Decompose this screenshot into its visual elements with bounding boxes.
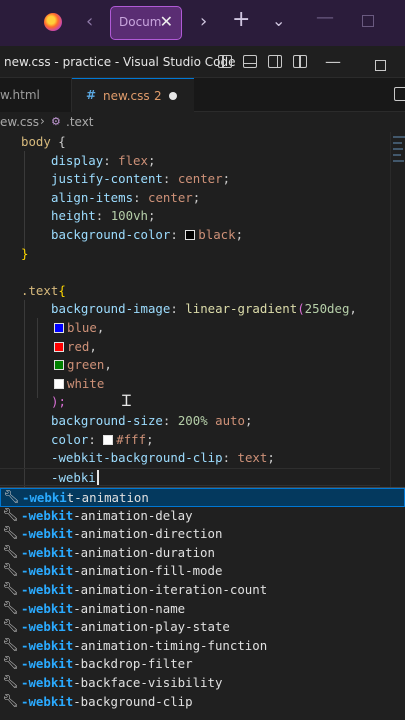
breadcrumb: ew.css › ⚙ .text: [0, 112, 405, 132]
browser-tab[interactable]: Docum ✕: [110, 6, 182, 40]
back-icon[interactable]: ‹: [86, 11, 93, 32]
property-icon: 🔧︎: [2, 582, 19, 597]
tab-label: new.css: [103, 89, 150, 103]
code-line: blue,: [54, 319, 104, 338]
suggestion-item[interactable]: 🔧︎ -webkit-background-clip: [0, 693, 405, 712]
code-line: background-size: 200% auto;: [51, 413, 253, 428]
suggestion-item[interactable]: 🔧︎ -webkit-animation-fill-mode: [0, 562, 405, 581]
toggle-secondary-sidebar-icon[interactable]: [268, 55, 282, 68]
code-line: background-color: black;: [51, 227, 244, 242]
color-swatch[interactable]: [54, 360, 64, 371]
new-tab-icon[interactable]: +: [232, 7, 250, 32]
code-line: white: [54, 375, 104, 394]
tab-css-file[interactable]: # new.css 2: [72, 78, 194, 112]
suggestion-item[interactable]: 🔧︎ -webkit-animation-direction: [0, 525, 405, 544]
property-icon: 🔧︎: [2, 544, 19, 560]
tab-html-file[interactable]: w.html: [0, 78, 72, 112]
typed-text: -webki: [51, 469, 96, 485]
suggestion-item[interactable]: 🔧︎ -webkit-animation-play-state: [0, 618, 405, 637]
css-file-icon: #: [86, 88, 97, 102]
window-title: new.css - practice - Visual Studio Code: [4, 55, 236, 69]
minimize-icon[interactable]: —: [325, 52, 341, 71]
property-icon: 🔧︎: [3, 490, 20, 505]
problem-count-badge: 2: [154, 89, 162, 103]
browser-minimize-icon[interactable]: —: [316, 7, 334, 28]
minimap-line: [393, 142, 402, 144]
code-editor[interactable]: body { display: flex; justify-content: c…: [0, 132, 405, 487]
code-line: }: [21, 245, 29, 261]
code-line: -webkit-background-clip: text;: [51, 450, 275, 466]
property-icon: 🔧︎: [2, 656, 19, 672]
code-line: height: 100vh;: [51, 208, 156, 224]
text-caret: [97, 470, 99, 485]
code-line: color: #fff;: [51, 431, 154, 447]
code-line: background-image: linear-gradient(250deg…: [51, 301, 357, 317]
property-icon: 🔧︎: [2, 600, 19, 616]
color-swatch[interactable]: [185, 230, 196, 240]
suggestion-item[interactable]: 🔧︎ -webkit-backface-visibility: [0, 674, 405, 693]
suggestion-item[interactable]: 🔧︎ -webkit-animation-timing-function: [0, 637, 405, 656]
code-line: );: [51, 394, 66, 410]
current-line[interactable]: -webki: [0, 467, 380, 487]
indent-guide: [24, 300, 25, 487]
code-line: justify-content: center;: [51, 171, 231, 187]
suggestion-item[interactable]: 🔧︎ -webkit-animation: [0, 488, 405, 507]
minimap-line: [393, 148, 403, 150]
breadcrumb-file[interactable]: ew.css: [0, 115, 39, 129]
property-icon: 🔧︎: [2, 507, 19, 523]
suggestion-item[interactable]: 🔧︎ -webkit-animation-delay: [0, 507, 405, 526]
browser-tab-title: Docum: [119, 15, 162, 29]
suggest-widget[interactable]: 🔧︎ -webkit-animation 🔧︎ -webkit-animation-…: [0, 487, 405, 720]
property-icon: 🔧︎: [2, 693, 19, 709]
toggle-panel-icon[interactable]: [243, 55, 257, 68]
tab-label: w.html: [0, 88, 40, 102]
minimap-line: [393, 136, 405, 138]
suggestion-item[interactable]: 🔧︎ -webkit-animation-duration: [0, 544, 405, 563]
color-swatch[interactable]: [54, 378, 64, 389]
suggestion-item[interactable]: 🔧︎ -webkit-animation-iteration-count: [0, 581, 405, 600]
property-icon: 🔧︎: [2, 526, 19, 542]
color-swatch[interactable]: [103, 434, 114, 445]
close-icon[interactable]: ✕: [160, 12, 173, 31]
chevron-right-icon: ›: [40, 114, 45, 128]
color-swatch[interactable]: [54, 341, 64, 352]
minimap-line: [393, 154, 401, 156]
customize-layout-icon[interactable]: [293, 55, 307, 68]
minimap[interactable]: [390, 132, 405, 487]
code-line: .text{: [21, 282, 66, 298]
code-line: red,: [54, 338, 97, 357]
suggestion-item[interactable]: 🔧︎ -webkit-backdrop-filter: [0, 655, 405, 674]
property-icon: 🔧︎: [2, 675, 19, 690]
browser-toolbar: ‹ Docum ✕ › + ⌄ —: [0, 0, 405, 46]
property-icon: 🔧︎: [2, 563, 19, 579]
color-swatch[interactable]: [54, 323, 64, 333]
editor-tab-bar: w.html # new.css 2: [0, 78, 405, 112]
minimap-line: [393, 160, 404, 162]
maximize-icon[interactable]: [375, 60, 386, 71]
code-line: display: flex;: [51, 152, 156, 168]
property-icon: 🔧︎: [2, 637, 19, 653]
symbol-class-icon: ⚙: [51, 115, 61, 128]
unsaved-dot-icon[interactable]: [169, 92, 177, 100]
code-line: green,: [54, 356, 112, 375]
firefox-icon[interactable]: [44, 13, 62, 31]
forward-icon[interactable]: ›: [200, 11, 207, 32]
text-cursor-icon: Ɪ: [122, 391, 131, 410]
browser-maximize-icon[interactable]: [362, 15, 374, 27]
vscode-title-bar: new.css - practice - Visual Studio Code …: [0, 46, 405, 78]
suggestion-item[interactable]: 🔧︎ -webkit-animation-name: [0, 600, 405, 619]
code-line: align-items: center;: [51, 189, 201, 205]
indent-guide: [24, 151, 25, 252]
indent-guide: [37, 318, 38, 398]
code-line: body {: [21, 134, 66, 149]
toggle-primary-sidebar-icon[interactable]: [218, 55, 232, 68]
split-editor-icon[interactable]: [394, 87, 405, 101]
property-icon: 🔧︎: [2, 619, 19, 635]
tab-list-icon[interactable]: ⌄: [272, 11, 285, 30]
breadcrumb-symbol[interactable]: .text: [66, 115, 94, 129]
